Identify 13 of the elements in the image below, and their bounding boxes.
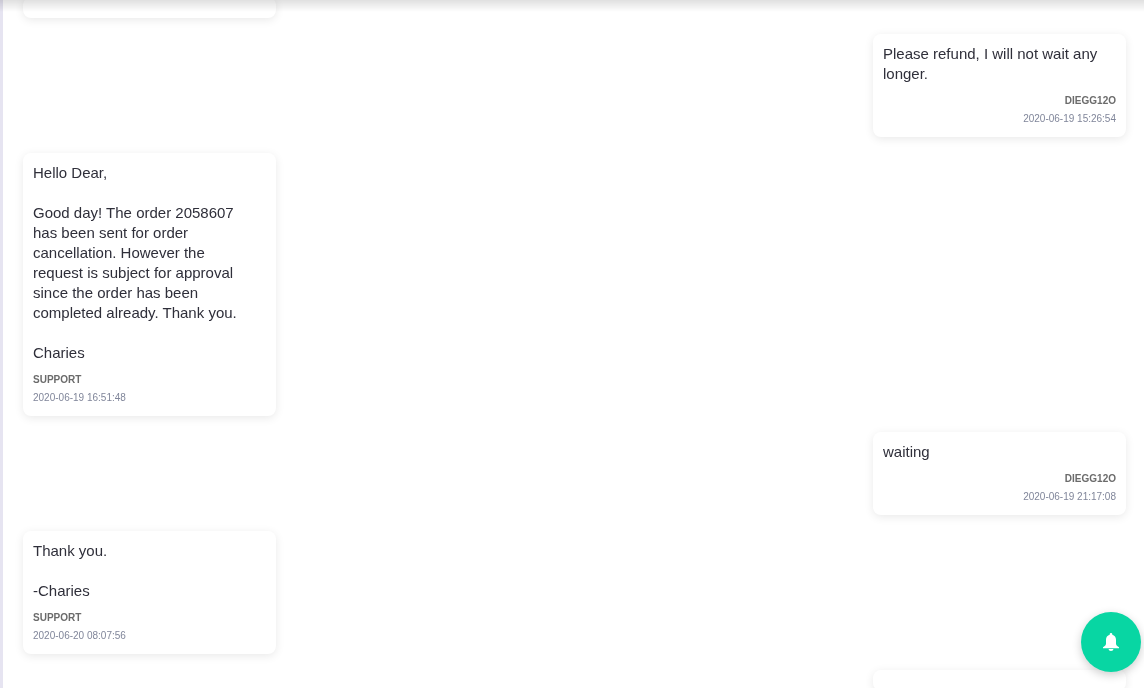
message-text: Please refund, I will not wait any longer. xyxy=(883,44,1099,84)
sender-name: SUPPORT xyxy=(33,373,82,387)
message-timestamp: 2020-06-19 21:17:08 xyxy=(1023,490,1116,504)
message-text: Hello Dear, Good day! The order 2058607 has been sent for order cancellation. However the request is subject for approval since the order has been completed already. Thank you. Charies xyxy=(33,163,238,363)
message-timestamp: 2020-06-19 15:26:54 xyxy=(1023,112,1116,126)
message-text: Thank you. -Charies xyxy=(33,541,108,601)
message-timestamp: 2020-06-19 16:51:48 xyxy=(33,391,126,405)
message-text: waiting xyxy=(883,442,930,462)
sender-name: SUPPORT xyxy=(33,611,82,625)
message-timestamp: 2020-06-20 08:07:56 xyxy=(33,629,126,643)
bell-icon xyxy=(1103,633,1119,651)
sender-name: DIEGG12O xyxy=(1064,472,1116,486)
sender-name: DIEGG12O xyxy=(1064,94,1116,108)
